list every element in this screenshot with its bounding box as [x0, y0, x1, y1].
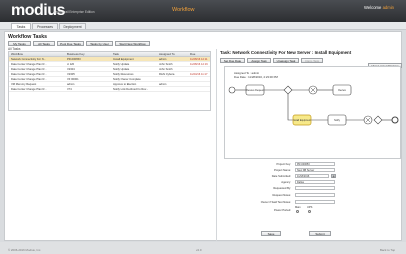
welcome-prefix: Welcome — [364, 5, 382, 10]
agency-field[interactable]: Dallas — [295, 180, 335, 184]
project-name-label: Project Name: — [273, 169, 291, 172]
cell-business-key: V74 — [67, 88, 72, 91]
footer-copyright: © 2006-2016 Modius, Inc. — [8, 248, 42, 252]
task-grid: Workflow Business Key Task Assigned To D… — [8, 51, 211, 111]
test-notes-label: Owner if Said Test Notes: — [260, 201, 291, 204]
date-submitted-label: Date Submitted: — [271, 175, 291, 178]
all-tasks-button[interactable]: All Tasks — [33, 41, 55, 46]
main-nav: Tasks Processes Deployment — [0, 22, 406, 30]
page-title: Workflow Tasks — [8, 34, 48, 40]
date-submitted-field[interactable]: 11/18/2016 — [295, 174, 329, 178]
tab-deployment[interactable]: Deployment — [59, 23, 86, 29]
workflow-diagram: Assigned To : admin Due Date : 11/28/201… — [224, 66, 401, 159]
back-to-top-link[interactable]: Back to Top — [380, 248, 395, 252]
welcome-user[interactable]: admin — [383, 5, 394, 10]
cell-workflow: Data Center Change Plan R... — [11, 88, 47, 91]
request-notes-field[interactable] — [295, 193, 335, 197]
power-main-radio[interactable] — [296, 210, 299, 213]
app-title: Workflow — [172, 7, 195, 13]
agency-label: Agency: — [281, 181, 291, 184]
install-equipment-label: Install Equipment — [293, 119, 311, 122]
bpmn-diagram: Receive Request Review Install Equipment… — [228, 84, 399, 126]
assign-task-button[interactable]: Assign Task — [247, 58, 271, 63]
request-notes-label: Request Notes: — [272, 194, 291, 197]
main-panel: Workflow Tasks My Tasks All Tasks Pool D… — [4, 31, 402, 241]
cell-task: Notify Link Declined Fo Rev... — [113, 88, 149, 91]
set-due-date-button[interactable]: Set Due Date — [220, 58, 245, 63]
test-notes-field[interactable] — [295, 200, 335, 204]
project-key-field[interactable]: PR-000653 — [295, 162, 335, 166]
review-label: Review — [338, 90, 346, 92]
tasks-by-user-button[interactable]: Tasks by User — [86, 41, 113, 46]
power-ported-label: Power Ported: — [273, 209, 291, 212]
requested-by-label: Requested By: — [273, 187, 291, 190]
unassign-task-button[interactable]: Unassign Task — [273, 58, 299, 63]
tab-tasks[interactable]: Tasks — [11, 23, 31, 29]
power-option-main[interactable]: Main — [295, 206, 301, 209]
my-tasks-button[interactable]: My Tasks — [8, 41, 31, 46]
welcome-text: Welcome admin — [364, 5, 394, 10]
calendar-icon[interactable]: ▦ — [331, 174, 336, 178]
start-event[interactable] — [228, 86, 236, 94]
power-ups-radio[interactable] — [308, 210, 311, 213]
claim-task-button: Claim Task — [301, 58, 323, 63]
save-button[interactable]: Save — [261, 231, 281, 236]
app-header: modius OpenGrail Enterprise Edition Work… — [0, 0, 406, 22]
notify-label: Notify — [334, 119, 341, 122]
receive-request-label: Receive Request — [246, 89, 264, 92]
page-footer: © 2006-2016 Modius, Inc. v2.0 Back to To… — [0, 242, 406, 254]
logo-subtitle: OpenGrail Enterprise Edition — [54, 10, 95, 14]
footer-version: v2.0 — [196, 248, 202, 252]
start-new-workflow-button[interactable]: Start New Workflow — [115, 41, 150, 46]
join-gateway[interactable] — [373, 115, 383, 125]
requested-by-field[interactable] — [295, 186, 335, 190]
table-row[interactable]: Data Center Change Plan R... V74 Notify … — [9, 87, 210, 92]
split-gateway[interactable] — [283, 85, 293, 95]
end-event[interactable] — [391, 116, 399, 124]
project-key-label: Project Key: — [276, 163, 292, 166]
tab-processes[interactable]: Processes — [32, 23, 58, 29]
power-option-ups[interactable]: UPS — [307, 206, 312, 209]
task-detail-panel: Task: Network Connectivity For New Serve… — [216, 49, 402, 241]
submit-button[interactable]: Submit — [309, 231, 331, 236]
task-detail-title: Task: Network Connectivity For New Serve… — [220, 50, 352, 55]
project-name-field[interactable]: New DB Server — [295, 168, 335, 172]
pool-due-tasks-button[interactable]: Pool Due Tasks — [57, 41, 84, 46]
